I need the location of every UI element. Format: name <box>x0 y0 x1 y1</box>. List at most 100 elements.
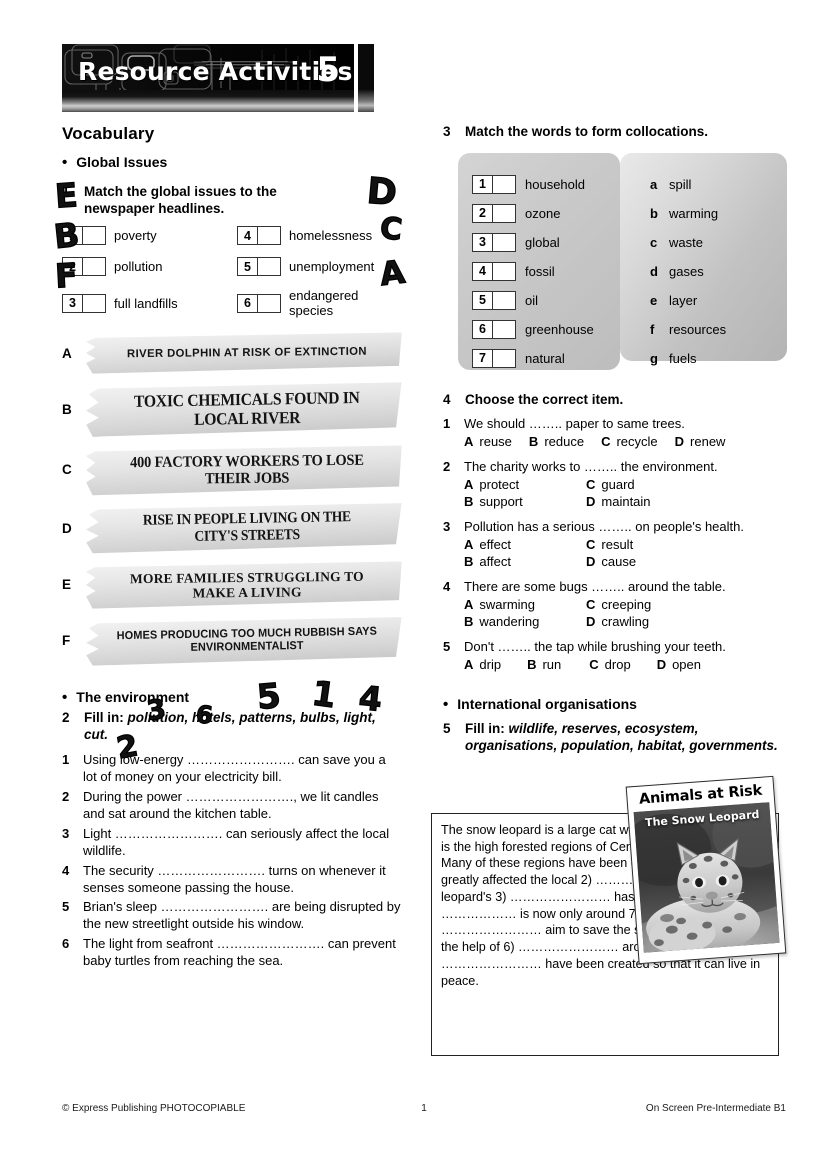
option-letter: g <box>650 350 658 366</box>
mc-option-d[interactable]: D open <box>657 657 701 672</box>
collocation-item-oil[interactable]: 5 oil <box>472 286 594 315</box>
mc-option-d[interactable]: D crawling <box>586 614 783 629</box>
answer-box-4[interactable]: 4 <box>472 261 516 281</box>
collocation-option-e[interactable]: e layer <box>650 286 726 315</box>
answer-box-blank[interactable] <box>493 233 515 251</box>
collocation-option-f[interactable]: f resources <box>650 315 726 344</box>
mc-option-c[interactable]: C drop <box>589 657 630 672</box>
answer-box-blank[interactable] <box>258 258 280 276</box>
answer-box-blank[interactable] <box>83 227 105 245</box>
headline-text: 400 FACTORY WORKERS TO LOSE THEIR JOBS <box>129 451 364 488</box>
option-letter: D <box>674 434 685 450</box>
answer-box-blank[interactable] <box>258 227 280 245</box>
match-item-endangered-species[interactable]: 6 endangered species <box>237 288 402 318</box>
answer-box-blank[interactable] <box>493 262 515 280</box>
answer-box-4[interactable]: 4 <box>237 226 281 246</box>
match-item-pollution[interactable]: 2 pollution <box>62 257 237 277</box>
mc-option-a[interactable]: A drip <box>464 657 501 672</box>
answer-box-2[interactable]: 2 <box>472 203 516 223</box>
collocation-option-c[interactable]: c waste <box>650 228 726 257</box>
answer-box-5[interactable]: 5 <box>472 290 516 310</box>
mc-option-b[interactable]: B run <box>527 657 561 672</box>
mc-option-b[interactable]: B wandering <box>464 614 586 629</box>
mc-option-c[interactable]: C recycle <box>601 434 658 449</box>
question-row[interactable]: 2 During the power ……………………., we lit can… <box>62 789 402 823</box>
collocation-panel-left: 1 household 2 ozone 3 global 4 fossil 5 … <box>458 152 620 373</box>
option-text: protect <box>479 477 520 493</box>
answer-box-7[interactable]: 7 <box>472 348 516 368</box>
mc-option-c[interactable]: C result <box>586 537 783 552</box>
question-row[interactable]: 3 Light ……………………. can seriously affect t… <box>62 826 402 860</box>
option-text: maintain <box>601 494 651 510</box>
collocation-panel-right: a spill b warming c waste d gases e laye… <box>620 152 787 366</box>
mc-option-a[interactable]: A protect <box>464 477 586 492</box>
collocation-option-g[interactable]: g fuels <box>650 344 726 373</box>
collocation-item-fossil[interactable]: 4 fossil <box>472 257 594 286</box>
answer-box-blank[interactable] <box>493 204 515 222</box>
answer-box-blank[interactable] <box>83 294 105 312</box>
mc-option-a[interactable]: A reuse <box>464 434 512 449</box>
answer-box-3[interactable]: 3 <box>472 232 516 252</box>
answer-box-number: 3 <box>63 294 83 312</box>
collocation-option-b[interactable]: b warming <box>650 199 726 228</box>
mc-option-d[interactable]: D maintain <box>586 494 783 509</box>
answer-box-number: 3 <box>473 233 493 251</box>
answer-box-blank[interactable] <box>258 294 280 312</box>
question-row[interactable]: 5 Brian's sleep ……………………. are being disr… <box>62 899 402 933</box>
match-item-poverty[interactable]: 1 poverty <box>62 226 237 246</box>
match-item-homelessness[interactable]: 4 homelessness <box>237 226 402 246</box>
match-item-full-landfills[interactable]: 3 full landfills <box>62 288 237 318</box>
mc-option-a[interactable]: A effect <box>464 537 586 552</box>
option-letter: D <box>586 614 596 630</box>
footer-copyright: © Express Publishing PHOTOCOPIABLE <box>62 1103 246 1114</box>
mc-option-a[interactable]: A swarming <box>464 597 586 612</box>
answer-box-1[interactable]: 1 <box>62 226 106 246</box>
question-row[interactable]: 1 Using low-energy ……………………. can save yo… <box>62 752 402 786</box>
question-stem: Don't …….. the tap while brushing your t… <box>464 639 726 655</box>
collocation-label: oil <box>525 292 539 308</box>
collocation-item-global[interactable]: 3 global <box>472 228 594 257</box>
mc-options: A reuse B reduce C recycle D renew <box>464 434 783 449</box>
match-item-label: pollution <box>114 259 163 275</box>
option-label: waste <box>669 234 703 250</box>
collocation-item-ozone[interactable]: 2 ozone <box>472 199 594 228</box>
option-letter: b <box>650 205 658 221</box>
collocation-item-greenhouse[interactable]: 6 greenhouse <box>472 315 594 344</box>
match-item-unemployment[interactable]: 5 unemployment <box>237 257 402 277</box>
question-row[interactable]: 6 The light from seafront ……………………. can … <box>62 936 402 970</box>
answer-box-number: 1 <box>473 175 493 193</box>
answer-box-1[interactable]: 1 <box>472 174 516 194</box>
collocation-item-household[interactable]: 1 household <box>472 170 594 199</box>
answer-box-blank[interactable] <box>493 349 515 367</box>
answer-box-blank[interactable] <box>493 320 515 338</box>
option-letter: B <box>464 554 474 570</box>
mc-question-4: 4 There are some bugs …….. around the ta… <box>443 579 783 629</box>
collocation-option-d[interactable]: d gases <box>650 257 726 286</box>
question-row[interactable]: 4 The security ……………………. turns on whenev… <box>62 863 402 897</box>
answer-box-3[interactable]: 3 <box>62 293 106 313</box>
option-label: resources <box>669 321 727 337</box>
mc-option-d[interactable]: D cause <box>586 554 783 569</box>
exercise-5: • International organisations 5 Fill in:… <box>443 696 783 754</box>
mc-option-b[interactable]: B support <box>464 494 586 509</box>
answer-box-blank[interactable] <box>83 258 105 276</box>
mc-option-c[interactable]: C creeping <box>586 597 783 612</box>
answer-box-number: 5 <box>473 291 493 309</box>
mc-option-b[interactable]: B reduce <box>529 434 584 449</box>
answer-box-5[interactable]: 5 <box>237 257 281 277</box>
collocation-option-a[interactable]: a spill <box>650 170 726 199</box>
answer-box-2[interactable]: 2 <box>62 257 106 277</box>
headline-row-b: B TOXIC CHEMICALS FOUND IN LOCAL RIVER <box>62 384 402 434</box>
subsection-label: The environment <box>76 688 190 705</box>
answer-box-blank[interactable] <box>493 291 515 309</box>
mc-option-c[interactable]: C guard <box>586 477 783 492</box>
mc-option-d[interactable]: D renew <box>675 434 726 449</box>
answer-box-6[interactable]: 6 <box>237 293 281 313</box>
mc-question-5: 5 Don't …….. the tap while brushing your… <box>443 639 783 672</box>
exercise-4-number: 4 <box>443 391 451 407</box>
mc-option-b[interactable]: B affect <box>464 554 586 569</box>
answer-box-blank[interactable] <box>493 175 515 193</box>
mc-question-1: 1 We should …….. paper to same trees. A … <box>443 416 783 449</box>
collocation-item-natural[interactable]: 7 natural <box>472 344 594 373</box>
answer-box-6[interactable]: 6 <box>472 319 516 339</box>
